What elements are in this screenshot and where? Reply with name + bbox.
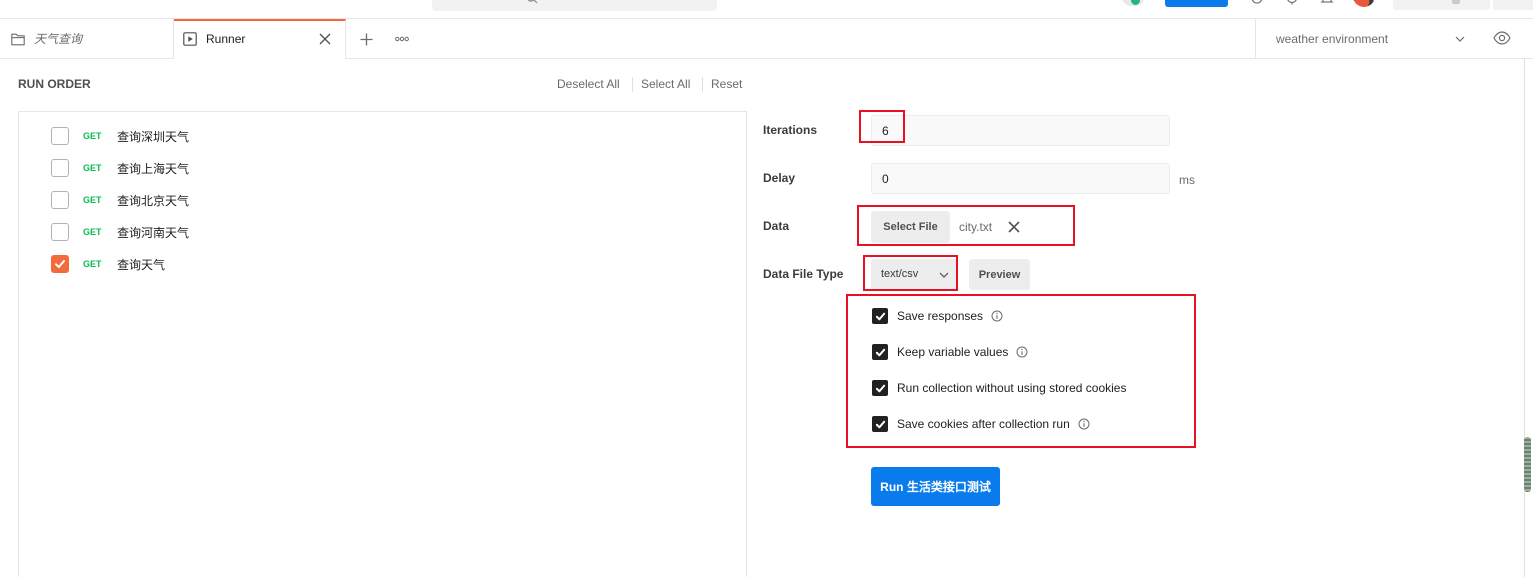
settings-icon[interactable] [1285,0,1299,5]
header-workspace-box[interactable] [1393,0,1490,10]
request-row[interactable]: GET 查询上海天气 [19,152,746,184]
divider [632,77,633,92]
scrollbar-thumb[interactable] [1524,437,1531,492]
run-order-list: GET 查询深圳天气 GET 查询上海天气 GET 查询北京天气 GET 查询河… [18,111,747,577]
request-method: GET [83,163,102,173]
data-file-type-label: Data File Type [763,267,844,281]
option-label: Save responses [897,309,984,323]
close-icon[interactable] [319,33,331,45]
option-checkbox[interactable] [872,344,888,360]
request-row[interactable]: GET 查询北京天气 [19,184,746,216]
request-checkbox[interactable] [51,255,69,273]
check-icon [875,384,885,392]
info-icon[interactable] [991,310,1003,322]
request-row[interactable]: GET 查询河南天气 [19,216,746,248]
data-label: Data [763,219,790,233]
request-row[interactable]: GET 查询深圳天气 [19,120,746,152]
request-name: 查询上海天气 [117,161,190,176]
request-method: GET [83,195,102,205]
header-menu-box[interactable] [1493,0,1533,10]
option-checkbox[interactable] [872,416,888,432]
tab-bar-border [0,58,174,59]
delay-unit: ms [1179,173,1195,187]
deselect-all-button[interactable]: Deselect All [557,76,620,92]
option-checkbox[interactable] [872,380,888,396]
reset-button[interactable]: Reset [711,76,742,92]
request-name: 查询天气 [117,257,166,272]
check-icon [55,260,65,268]
chevron-down-icon [1455,34,1465,44]
request-checkbox[interactable] [51,159,69,177]
check-icon [875,348,885,356]
runner-icon [183,32,197,46]
request-checkbox[interactable] [51,127,69,145]
info-icon[interactable] [1078,418,1090,430]
option-label: Save cookies after collection run [897,417,1070,431]
iterations-input[interactable] [871,115,1170,146]
run-collection-button[interactable]: Run 生活类接口测试 [871,467,1000,506]
iterations-label: Iterations [763,123,818,137]
global-search-bar[interactable] [432,0,717,11]
request-method: GET [83,227,102,237]
tab-label: Runner [206,32,246,46]
request-name: 查询河南天气 [117,225,190,240]
option-row[interactable]: Save responses [872,308,1003,324]
request-name: 查询深圳天气 [117,129,190,144]
plus-icon[interactable] [360,33,373,46]
request-method: GET [83,131,102,141]
request-row[interactable]: GET 查询天气 [19,248,746,280]
request-name: 查询北京天气 [117,193,190,208]
delay-label: Delay [763,171,796,185]
top-header [0,0,1533,19]
delay-input[interactable] [871,163,1170,194]
preview-button[interactable]: Preview [969,259,1030,290]
select-file-button[interactable]: Select File [871,211,950,243]
search-icon [526,0,538,7]
user-avatar[interactable] [1353,0,1375,7]
close-icon[interactable] [1008,221,1020,233]
tab-runner[interactable]: Runner [174,19,346,59]
option-label: Run collection without using stored cook… [897,381,1127,395]
option-row[interactable]: Keep variable values [872,344,1028,360]
eye-icon[interactable] [1493,31,1511,45]
run-order-title: RUN ORDER [18,77,91,91]
check-icon [875,420,885,428]
header-box-mark [1452,0,1460,4]
header-primary-button[interactable] [1165,0,1228,7]
option-row[interactable]: Run collection without using stored cook… [872,380,1126,396]
tab-collection[interactable]: 天气查询 [0,19,174,58]
info-icon[interactable] [1016,346,1028,358]
request-checkbox[interactable] [51,191,69,209]
capture-icon[interactable] [1250,0,1264,5]
folder-icon [11,33,25,46]
ellipsis-icon[interactable] [395,36,409,42]
divider [702,77,703,92]
tab-bar: 天气查询 Runner weather environment [0,19,1533,59]
data-file-name: city.txt [959,220,993,234]
check-icon [875,312,885,320]
tab-bar-border [346,58,1533,59]
option-label: Keep variable values [897,345,1009,359]
environment-selector[interactable]: weather environment [1256,19,1481,58]
select-all-button[interactable]: Select All [641,76,690,92]
request-checkbox[interactable] [51,223,69,241]
data-file-type-select[interactable]: text/csv [871,259,958,290]
option-row[interactable]: Save cookies after collection run [872,416,1090,432]
scrollbar[interactable] [1524,59,1525,577]
notifications-icon[interactable] [1320,0,1334,5]
tab-label: 天气查询 [34,32,83,46]
environment-name: weather environment [1276,32,1389,46]
request-method: GET [83,259,102,269]
option-checkbox[interactable] [872,308,888,324]
data-file-type-value: text/csv [881,268,919,280]
chevron-down-icon [939,270,949,280]
